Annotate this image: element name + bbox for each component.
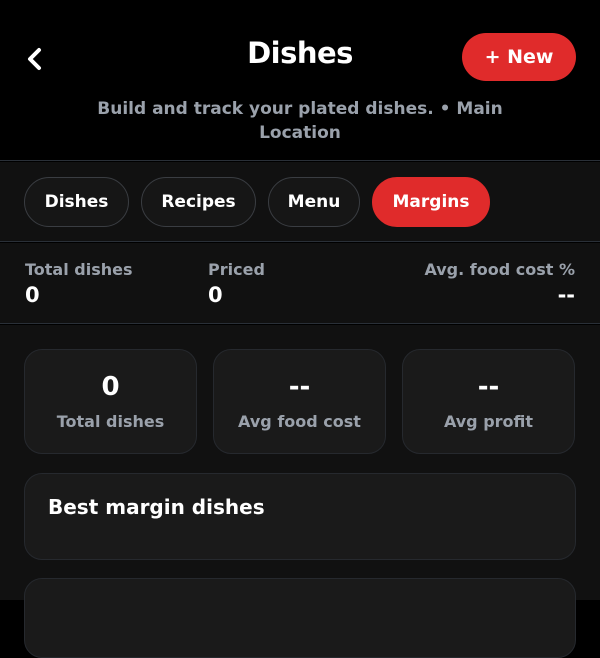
tab-bar: Dishes Recipes Menu Margins [0,162,600,242]
stat-avg-food-cost-label: Avg. food cost % [424,260,575,279]
metric-label: Avg profit [443,412,534,431]
stats-summary: Total dishes 0 Priced 0 Avg. food cost %… [0,243,600,324]
metric-card-total-dishes: 0 Total dishes [24,349,197,454]
tab-menu[interactable]: Menu [268,177,360,227]
best-margin-dishes-card: Best margin dishes [24,473,576,560]
stat-total-dishes-label: Total dishes [25,260,133,279]
app-header: Dishes + New Build and track your plated… [0,0,600,161]
tab-margins[interactable]: Margins [372,177,490,227]
tab-dishes[interactable]: Dishes [24,177,129,227]
stat-priced-value: 0 [208,283,223,307]
metric-value: -- [477,372,500,402]
metric-card-avg-food-cost: -- Avg food cost [213,349,386,454]
metric-card-avg-profit: -- Avg profit [402,349,575,454]
tab-recipes[interactable]: Recipes [141,177,256,227]
section-title: Best margin dishes [48,495,265,519]
metric-label: Avg food cost [238,412,361,431]
page-subtitle: Build and track your plated dishes. • Ma… [97,99,503,143]
next-section-card [24,578,576,658]
stat-avg-food-cost-value: -- [557,283,575,307]
stat-priced-label: Priced [208,260,265,279]
metric-label: Total dishes [56,412,165,431]
metric-value: -- [288,372,311,402]
stat-total-dishes-value: 0 [25,283,40,307]
metric-value: 0 [101,372,120,402]
margins-content: 0 Total dishes -- Avg food cost -- Avg p… [0,325,600,658]
new-dish-button[interactable]: + New [462,33,576,81]
